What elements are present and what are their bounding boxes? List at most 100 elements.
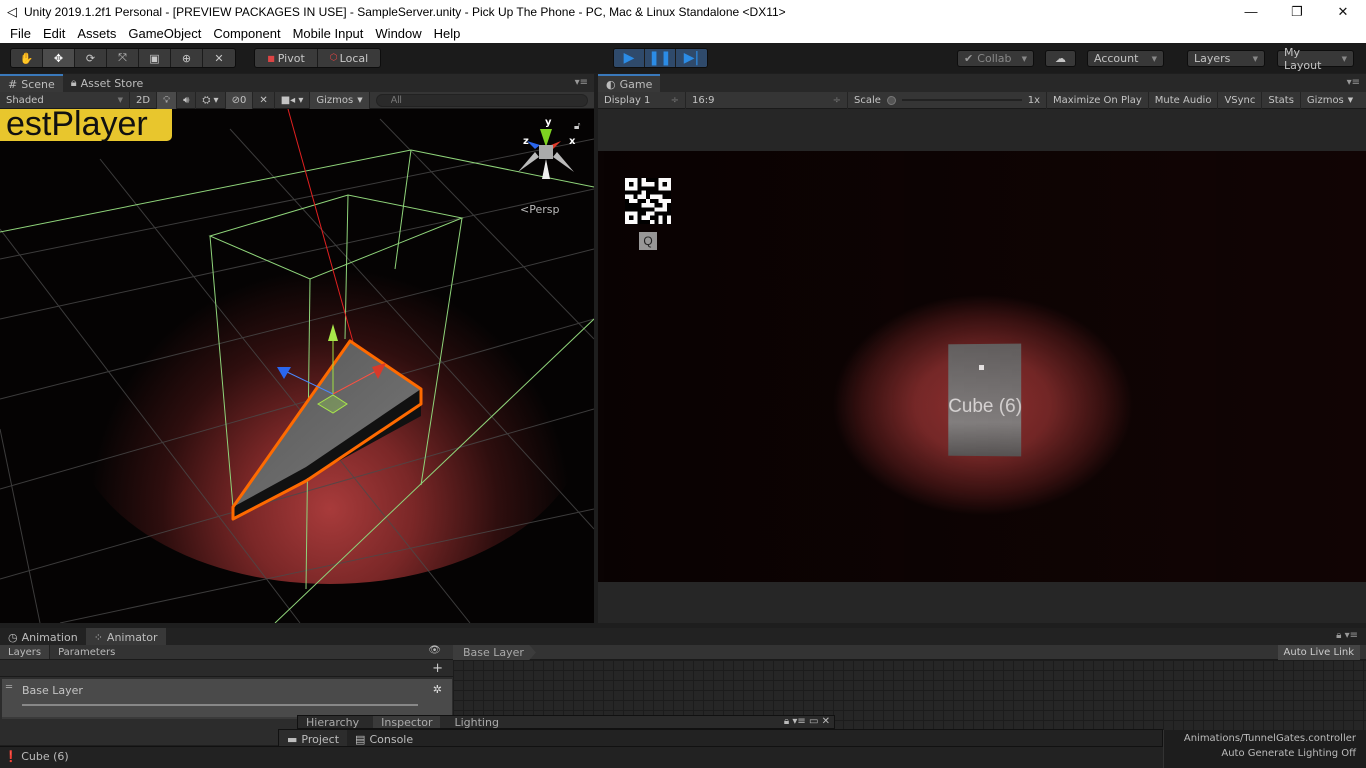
transform-tool-button[interactable]: ⊕ — [171, 49, 203, 67]
layout-dropdown[interactable]: My Layout ▼ — [1277, 46, 1354, 72]
scene-render — [0, 109, 594, 623]
pivot-toggles: ■ Pivot ⬡ Local — [254, 48, 381, 68]
account-dropdown[interactable]: Account ▼ — [1087, 50, 1164, 67]
auto-live-link-toggle[interactable]: Auto Live Link — [1277, 645, 1360, 660]
menu-file[interactable]: File — [4, 26, 37, 41]
camera-icon: ■◂ ▾ — [280, 94, 304, 106]
updown-icon: ÷ — [670, 94, 679, 106]
display-label: Display 1 — [604, 94, 651, 106]
play-icon: ▶ — [623, 50, 635, 66]
gizmos-dropdown[interactable]: Gizmos ▼ — [310, 91, 370, 109]
rotate-tool-button[interactable]: ⟳ — [75, 49, 107, 67]
maximize-on-play-label: Maximize On Play — [1053, 94, 1142, 106]
menu-component[interactable]: Component — [207, 26, 286, 41]
gizmo-cone-left[interactable] — [518, 152, 539, 172]
scene-view[interactable]: estPlayer y x z 🔓︎ <Persp — [0, 109, 594, 623]
2d-toggle[interactable]: 2D — [130, 91, 158, 109]
game-view[interactable]: Q Cube (6) — [598, 151, 1366, 582]
scene-search-input[interactable] — [375, 93, 588, 107]
menu-mobile-input[interactable]: Mobile Input — [287, 26, 370, 41]
gizmo-cone-down[interactable] — [542, 159, 550, 179]
layers-dropdown[interactable]: Layers ▼ — [1187, 50, 1265, 67]
chevron-down-icon: ▼ — [1252, 54, 1258, 63]
inspector-panel-tabs: Hierarchy Inspector Lighting 🔒︎ ▾≡ ▭ ✕ — [297, 715, 835, 729]
projection-toggle[interactable]: <Persp — [520, 203, 559, 216]
menu-assets[interactable]: Assets — [71, 26, 122, 41]
drag-handle-icon[interactable]: ═ — [6, 682, 12, 693]
animator-tabs: ◷ Animation ⁘ Animator — [0, 628, 1366, 646]
tab-scene[interactable]: # Scene — [0, 74, 63, 92]
hidden-objects-toggle[interactable]: ⊘ 0 — [225, 91, 254, 109]
audio-toggle[interactable]: 🔊︎ — [177, 91, 197, 109]
pivot-button[interactable]: ■ Pivot — [255, 49, 318, 67]
display-dropdown[interactable]: Display 1 ÷ — [598, 91, 686, 109]
orientation-gizmo[interactable]: y x z — [513, 117, 583, 187]
effects-icon: ⛭ ▾ — [202, 94, 219, 106]
cloud-button[interactable]: ☁ — [1045, 50, 1076, 67]
step-button[interactable]: ▶| — [676, 49, 707, 67]
check-icon: ✔ — [964, 52, 974, 65]
breadcrumb-base-layer[interactable]: Base Layer — [453, 645, 536, 660]
gizmo-y-cone[interactable] — [540, 129, 552, 147]
rect-icon: ▣ — [149, 51, 160, 65]
tab-asset-store[interactable]: 🔒︎ Asset Store — [63, 74, 152, 92]
scale-slider[interactable]: Scale 1x — [848, 91, 1047, 109]
game-gizmos-dropdown[interactable]: Gizmos ▼ — [1301, 92, 1359, 109]
play-button[interactable]: ▶ — [614, 49, 645, 67]
gizmo-cone-right[interactable] — [553, 152, 574, 172]
aspect-dropdown[interactable]: 16:9 ÷ — [686, 91, 848, 109]
menu-gameobject[interactable]: GameObject — [122, 26, 207, 41]
auto-live-link-label: Auto Live Link — [1283, 647, 1354, 658]
local-button[interactable]: ⬡ Local — [318, 49, 380, 67]
status-message[interactable]: ❗ Cube (6) — [4, 750, 69, 763]
tab-animation[interactable]: ◷ Animation — [0, 628, 86, 646]
lock-icon[interactable]: 🔓︎ — [574, 121, 580, 132]
hand-tool-button[interactable]: ✋ — [11, 49, 43, 67]
panel-window-controls[interactable]: 🔒︎ ▾≡ ▭ ✕ — [784, 716, 830, 727]
slider-thumb[interactable] — [886, 95, 896, 105]
shading-dropdown[interactable]: Shaded ▼ — [0, 91, 130, 109]
store-icon: 🔒︎ — [70, 76, 77, 89]
scene-tools-button[interactable]: ✕ — [253, 91, 275, 109]
cloud-icon: ☁ — [1055, 52, 1066, 65]
menu-window[interactable]: Window — [369, 26, 427, 41]
panel-menu-icon[interactable]: 🔒︎ ▾≡ — [1336, 630, 1358, 641]
gear-icon[interactable]: ✲ — [433, 683, 442, 696]
menu-help[interactable]: Help — [428, 26, 467, 41]
tab-lighting[interactable]: Lighting — [454, 716, 498, 728]
panel-menu-icon[interactable]: ▾≡ — [1347, 77, 1360, 88]
tab-game[interactable]: ◐ Game — [598, 74, 661, 92]
maximize-button[interactable]: ❐ — [1274, 0, 1320, 23]
tab-hierarchy[interactable]: Hierarchy — [306, 716, 359, 728]
collab-dropdown[interactable]: ✔ Collab ▼ — [957, 50, 1034, 67]
add-layer-button[interactable]: + — [0, 660, 453, 677]
vsync-toggle[interactable]: VSync — [1218, 91, 1263, 109]
custom-tool-button[interactable]: ✕ — [203, 49, 235, 67]
menu-edit[interactable]: Edit — [37, 26, 71, 41]
gizmo-z-cone[interactable] — [527, 141, 540, 149]
close-button[interactable]: ✕ — [1320, 0, 1366, 23]
subtab-parameters[interactable]: Parameters — [49, 645, 123, 659]
move-tool-button[interactable]: ✥ — [43, 49, 75, 67]
lighting-toggle[interactable]: 💡︎ — [157, 91, 178, 109]
maximize-on-play-toggle[interactable]: Maximize On Play — [1047, 91, 1149, 109]
hidden-count: 0 — [239, 94, 247, 106]
panel-menu-icon[interactable]: ▾≡ — [575, 77, 588, 88]
minimize-button[interactable]: — — [1228, 0, 1274, 23]
rect-tool-button[interactable]: ▣ — [139, 49, 171, 67]
layer-row-base[interactable]: ═ Base Layer ✲ — [2, 679, 452, 719]
transform-tools: ✋ ✥ ⟳ ⤧ ▣ ⊕ ✕ — [10, 48, 236, 68]
eye-icon[interactable]: 👁︎ — [428, 645, 453, 659]
scale-tool-button[interactable]: ⤧ — [107, 49, 139, 67]
pause-button[interactable]: ❚❚ — [645, 49, 676, 67]
mute-audio-toggle[interactable]: Mute Audio — [1149, 91, 1219, 109]
effects-dropdown[interactable]: ⛭ ▾ — [196, 91, 226, 109]
tab-animator[interactable]: ⁘ Animator — [85, 628, 166, 646]
gizmo-center-cube[interactable] — [539, 145, 553, 159]
stats-toggle[interactable]: Stats — [1262, 91, 1301, 109]
camera-dropdown[interactable]: ■◂ ▾ — [275, 91, 311, 109]
subtab-layers[interactable]: Layers — [0, 645, 50, 659]
tab-game-label: Game — [619, 77, 653, 91]
tab-inspector[interactable]: Inspector — [373, 716, 441, 728]
object-label: Cube (6) — [948, 395, 1023, 418]
